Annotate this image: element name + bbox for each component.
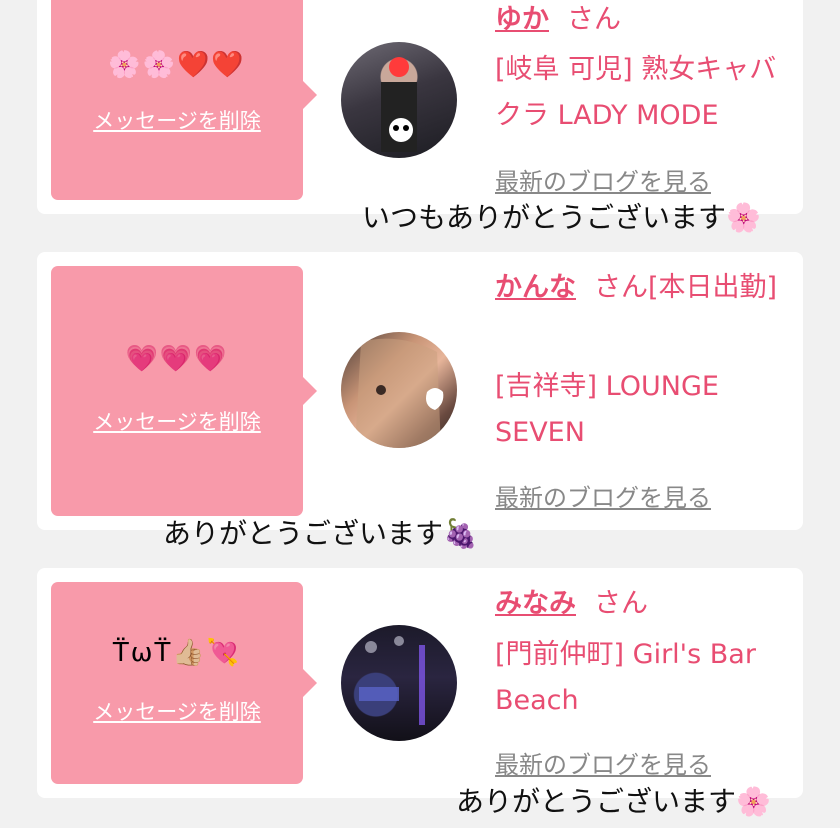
member-name-link[interactable]: みなみ [495,588,576,619]
latest-blog-link[interactable]: 最新のブログを見る [495,162,711,197]
avatar[interactable] [341,625,457,741]
avatar-photo-icon [381,57,417,152]
latest-blog-link[interactable]: 最新のブログを見る [495,478,711,513]
avatar[interactable] [341,42,457,158]
message-emoji: T̈ωT̈👍🏼💘 [112,638,242,668]
handwritten-note: ありがとうございます🍇 [163,517,478,550]
latest-blog-link[interactable]: 最新のブログを見る [495,745,711,780]
delete-message-link[interactable]: メッセージを削除 [51,105,303,135]
delete-message-link[interactable]: メッセージを削除 [51,406,303,436]
avatar-photo-icon [359,636,425,725]
message-bubble: 💗💗💗 メッセージを削除 [51,266,317,516]
message-bubble: T̈ωT̈👍🏼💘 メッセージを削除 [51,582,317,784]
shop-name: [門前仲町] Girl's Bar Beach [495,639,756,716]
avatar-photo-icon [355,338,444,448]
message-bubble: 🌸🌸❤️❤️ メッセージを削除 [51,0,317,200]
shop-name: [吉祥寺] LOUNGE SEVEN [495,371,719,448]
message-emoji: 🌸🌸❤️❤️ [108,50,246,80]
handwritten-note: いつもありがとうございます🌸 [362,201,761,234]
member-name-line: ゆか さん [495,0,621,43]
delete-message-link[interactable]: メッセージを削除 [51,696,303,726]
member-name-line: みなみ さん [495,581,648,627]
avatar[interactable] [341,332,457,448]
member-name-line: かんな さん[本日出勤] [495,265,785,311]
honorific: さん[本日出勤] [594,272,778,303]
shop-name: [岐阜 可児] 熟女キャバクラ LADY MODE [495,54,777,131]
honorific: さん [594,588,648,619]
message-emoji: 💗💗💗 [125,344,229,374]
member-name-link[interactable]: かんな [495,272,576,303]
handwritten-note: ありがとうございます🌸 [456,785,771,818]
member-name-link[interactable]: ゆか [495,4,549,35]
honorific: さん [567,4,621,35]
